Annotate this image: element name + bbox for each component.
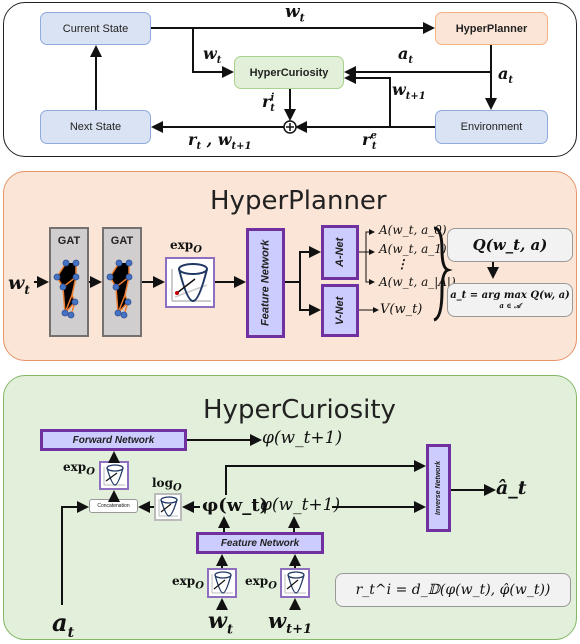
gat-label: GAT — [57, 235, 81, 247]
a-output-0: A(w_t, a_0) — [379, 223, 447, 237]
label-wt-side: wt — [203, 44, 222, 67]
v-net: V-Net — [321, 284, 359, 337]
gat-layer-1: GAT — [49, 227, 89, 337]
label-wt-top: wt — [285, 2, 305, 25]
hc-exp-left-map — [207, 568, 237, 598]
manifold-icon — [171, 263, 211, 303]
concatenation-box: Concatenation — [89, 499, 138, 513]
hc-log-label: logO — [152, 476, 182, 494]
hp-feature-network: Feature Network — [246, 228, 285, 338]
phi-wt: φ(w_t) — [202, 495, 269, 516]
label-re: ret — [362, 130, 377, 153]
hc-input-wt: wt — [208, 608, 233, 638]
gat-layer-2: GAT — [102, 227, 142, 337]
q-value-box: Q(w_t, a) — [447, 228, 573, 262]
hp-exp-label: expO — [170, 238, 202, 256]
a-net: A-Net — [321, 225, 359, 280]
hypercuriosity-node: HyperCuriosity — [234, 56, 344, 89]
hc-feature-network: Feature Network — [196, 532, 324, 554]
hc-exp-map — [99, 461, 129, 490]
manifold-icon — [103, 464, 125, 486]
next-state-node: Next State — [40, 110, 151, 144]
a-output-last: A(w_t, a_|A|) — [379, 275, 456, 289]
graph-icon — [53, 259, 80, 319]
hc-exp-label: expO — [63, 460, 95, 478]
label-at-right: at — [498, 64, 513, 87]
a-output-ellipsis: ⋮ — [396, 257, 408, 271]
hc-exp-right-map — [280, 568, 310, 598]
hc-input-at: at — [52, 608, 75, 641]
inverse-output: â_t — [496, 477, 527, 499]
argmax-formula: a_t = arg max Q(w, a) — [450, 289, 570, 301]
intrinsic-reward-formula: r_t^i = d_𝔻(φ(w_t), φ̂(w_t)) — [335, 573, 571, 607]
hypercuriosity-title: HyperCuriosity — [203, 395, 396, 425]
environment-node: Environment — [435, 110, 548, 144]
argmax-box: a_t = arg max Q(w, a) a ∈ 𝒜 — [447, 283, 573, 317]
hc-exp-right-label: expO — [245, 574, 277, 592]
phi-wt1: φ(w_t+1) — [260, 495, 341, 515]
hc-exp-left-label: expO — [172, 574, 204, 592]
gat-label: GAT — [110, 235, 134, 247]
forward-output: φ(w_t+1) — [262, 428, 343, 448]
label-ri: rit — [262, 92, 275, 115]
label-at-left: at — [398, 44, 413, 67]
manifold-icon — [158, 496, 178, 517]
current-state-node: Current State — [40, 12, 151, 45]
argmax-subscript: a ∈ 𝒜 — [499, 300, 521, 310]
forward-network: Forward Network — [40, 429, 187, 451]
hp-input-wt: wt — [8, 272, 30, 297]
inverse-network: Inverse Network — [426, 444, 451, 532]
hyperplanner-title: HyperPlanner — [210, 186, 387, 216]
manifold-icon — [211, 571, 233, 594]
graph-icon — [106, 259, 133, 319]
hc-input-wt1: wt+1 — [268, 608, 313, 638]
label-wt1: wt+1 — [392, 80, 426, 103]
hyperplanner-node: HyperPlanner — [435, 12, 548, 45]
hp-exp-map — [165, 257, 215, 308]
a-output-1: A(w_t, a_1) — [379, 242, 447, 256]
label-r-wt1: rt , wt+1 — [188, 130, 252, 153]
hc-log-map — [154, 493, 182, 521]
manifold-icon — [284, 571, 306, 594]
v-output: V(w_t) — [380, 302, 423, 317]
